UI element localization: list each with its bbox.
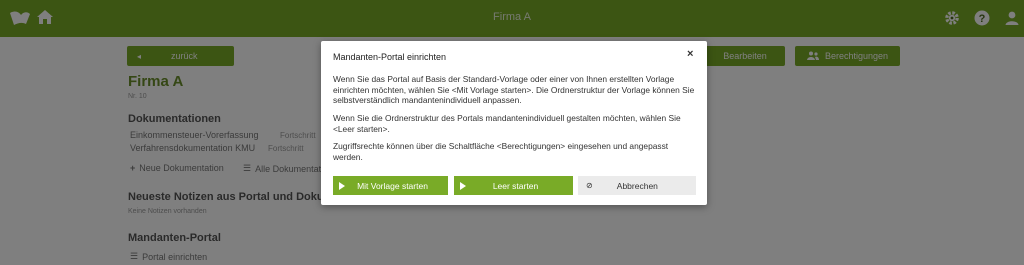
portal-setup-dialog: Mandanten-Portal einrichten × Wenn Sie d… [321,41,707,205]
dialog-paragraph-empty: Wenn Sie die Ordnerstruktur des Portals … [333,113,681,134]
start-with-template-button[interactable]: Mit Vorlage starten [333,176,448,195]
cancel-button[interactable]: ⊘ Abbrechen [578,176,696,195]
cancel-icon: ⊘ [586,181,593,190]
start-empty-label: Leer starten [492,180,539,191]
dialog-paragraph-template: Wenn Sie das Portal auf Basis der Standa… [333,74,695,105]
start-empty-button[interactable]: Leer starten [454,176,573,195]
close-icon[interactable]: × [687,48,693,60]
dialog-title: Mandanten-Portal einrichten [333,52,447,62]
cancel-label: Abbrechen [616,180,658,191]
dialog-paragraph-permissions: Zugriffsrechte können über die Schaltflä… [333,141,669,162]
start-with-template-label: Mit Vorlage starten [357,180,428,191]
